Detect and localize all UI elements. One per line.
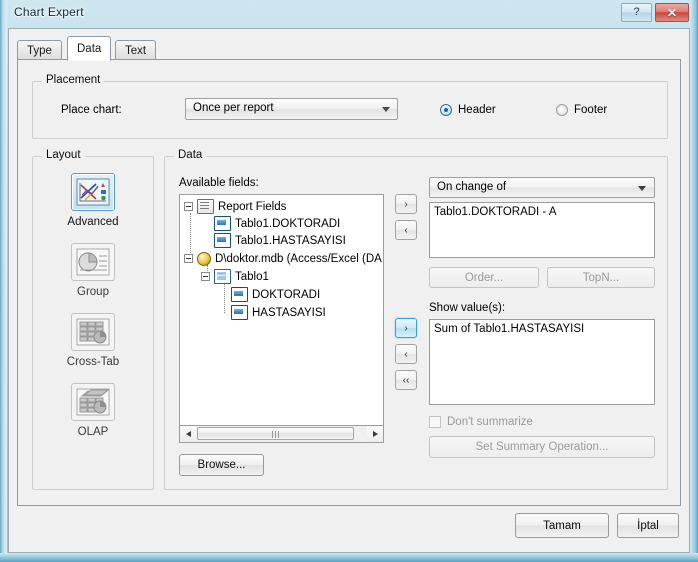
layout-label-group: Group [77,286,109,298]
tree-node[interactable]: Tablo1.DOKTORADI [201,216,340,231]
remove-all-value-fields-button[interactable]: ‹‹ [395,370,417,390]
data-group: Data Available fields: Report Fields Tab… [164,149,668,490]
place-chart-value: Once per report [193,102,274,114]
layout-label-crosstab: Cross-Tab [66,356,120,368]
add-group-field-button[interactable]: › [395,194,417,214]
tree-node-label: DOKTORADI [252,288,321,301]
remove-value-field-button[interactable]: ‹ [395,344,417,364]
chart-expert-window: Chart Expert ? ✕ Type Data Text Placemen… [0,0,698,562]
tree-horizontal-scrollbar[interactable] [179,426,384,443]
browse-button[interactable]: Browse... [179,454,264,476]
show-values-label: Show value(s): [429,302,506,314]
dont-summarize-label: Don't summarize [447,416,533,428]
chevron-down-icon [638,186,646,191]
radio-header-label: Header [458,104,496,116]
olap-chart-icon [71,383,115,421]
table-icon [214,269,231,284]
scroll-right-arrow-icon[interactable] [367,426,383,441]
layout-label-advanced: Advanced [67,216,119,228]
tree-node[interactable]: DOKTORADI [218,287,320,302]
field-icon [214,233,231,248]
tree-node-label: Tablo1.DOKTORADI [235,217,341,230]
expander-minus-icon[interactable] [201,272,210,281]
report-fields-icon [197,199,214,214]
list-item[interactable]: Tablo1.DOKTORADI - A [434,206,557,218]
cancel-button[interactable]: İptal [617,513,679,538]
checkbox-indicator [429,416,441,428]
tab-strip: Type Data Text [17,36,677,61]
group-chart-icon [71,243,115,281]
title-bar[interactable]: Chart Expert ? ✕ [0,0,698,27]
available-fields-tree[interactable]: Report Fields Tablo1.DOKTORADI Tablo1.HA… [179,194,384,426]
ok-button[interactable]: Tamam [515,513,609,538]
on-change-of-list[interactable]: Tablo1.DOKTORADI - A [429,202,655,258]
layout-item-group[interactable]: Group [33,243,153,298]
available-fields-label: Available fields: [179,177,259,189]
data-group-label: Data [174,149,207,161]
tab-page-data: Placement Place chart: Once per report H… [17,59,681,506]
list-item[interactable]: Sum of Tablo1.HASTASAYISI [434,323,584,335]
topn-button[interactable]: TopN... [547,267,655,288]
tree-node-label: Tablo1.HASTASAYISI [235,234,346,247]
dont-summarize-checkbox[interactable]: Don't summarize [429,416,533,428]
radio-footer-indicator [556,104,568,116]
scrollbar-thumb[interactable] [197,427,354,440]
close-button[interactable]: ✕ [655,3,689,22]
add-value-field-button[interactable]: › [395,318,417,338]
field-icon [231,287,248,302]
window-border-left [0,0,7,562]
chevron-down-icon [382,107,390,112]
order-button[interactable]: Order... [429,267,539,288]
tree-node[interactable]: Tablo1.HASTASAYISI [201,233,346,248]
radio-header-indicator [440,104,452,116]
tree-node-label: HASTASAYISI [252,306,326,319]
layout-group: Layout Advanced Group Cross-Tab OLAP [32,149,154,490]
window-title: Chart Expert [14,5,84,19]
layout-item-crosstab[interactable]: Cross-Tab [33,313,153,368]
tree-node-label: Tablo1 [235,270,269,283]
window-border-bottom [0,553,698,562]
help-button[interactable]: ? [621,3,652,22]
tree-node[interactable]: Tablo1 [201,269,269,284]
crosstab-chart-icon [71,313,115,351]
advanced-chart-icon [71,173,115,211]
radio-header[interactable]: Header [440,104,496,116]
expander-minus-icon[interactable] [184,202,193,211]
tree-node[interactable]: Report Fields [184,199,286,214]
layout-item-advanced[interactable]: Advanced [33,173,153,228]
scroll-left-arrow-icon[interactable] [180,426,196,441]
set-summary-operation-button[interactable]: Set Summary Operation... [429,436,655,458]
show-values-list[interactable]: Sum of Tablo1.HASTASAYISI [429,319,655,405]
tree-node[interactable]: HASTASAYISI [218,305,326,320]
window-border-right [690,0,698,562]
placement-group-label: Placement [42,74,105,86]
tree-node-label: Report Fields [218,200,287,213]
place-chart-dropdown[interactable]: Once per report [185,98,398,120]
remove-group-field-button[interactable]: ‹ [395,220,417,240]
tab-type[interactable]: Type [17,40,62,60]
tab-data[interactable]: Data [67,36,112,61]
field-icon [214,216,231,231]
dialog-client-area: Type Data Text Placement Place chart: On… [8,28,690,553]
placement-group: Placement Place chart: Once per report H… [32,74,668,139]
tree-node[interactable]: D\doktor.mdb (Access/Excel (DA [184,251,382,266]
expander-minus-icon[interactable] [184,254,193,263]
layout-label-olap: OLAP [77,426,109,438]
on-change-of-value: On change of [437,181,507,193]
radio-footer-label: Footer [574,104,608,116]
field-icon [231,305,248,320]
radio-footer[interactable]: Footer [556,104,607,116]
database-icon [197,252,211,266]
layout-group-label: Layout [42,149,85,161]
tab-text[interactable]: Text [115,40,157,60]
on-change-of-dropdown[interactable]: On change of [429,177,655,198]
tree-node-label: D\doktor.mdb (Access/Excel (DA [215,252,382,265]
layout-item-olap[interactable]: OLAP [33,383,153,438]
place-chart-label: Place chart: [61,104,122,116]
